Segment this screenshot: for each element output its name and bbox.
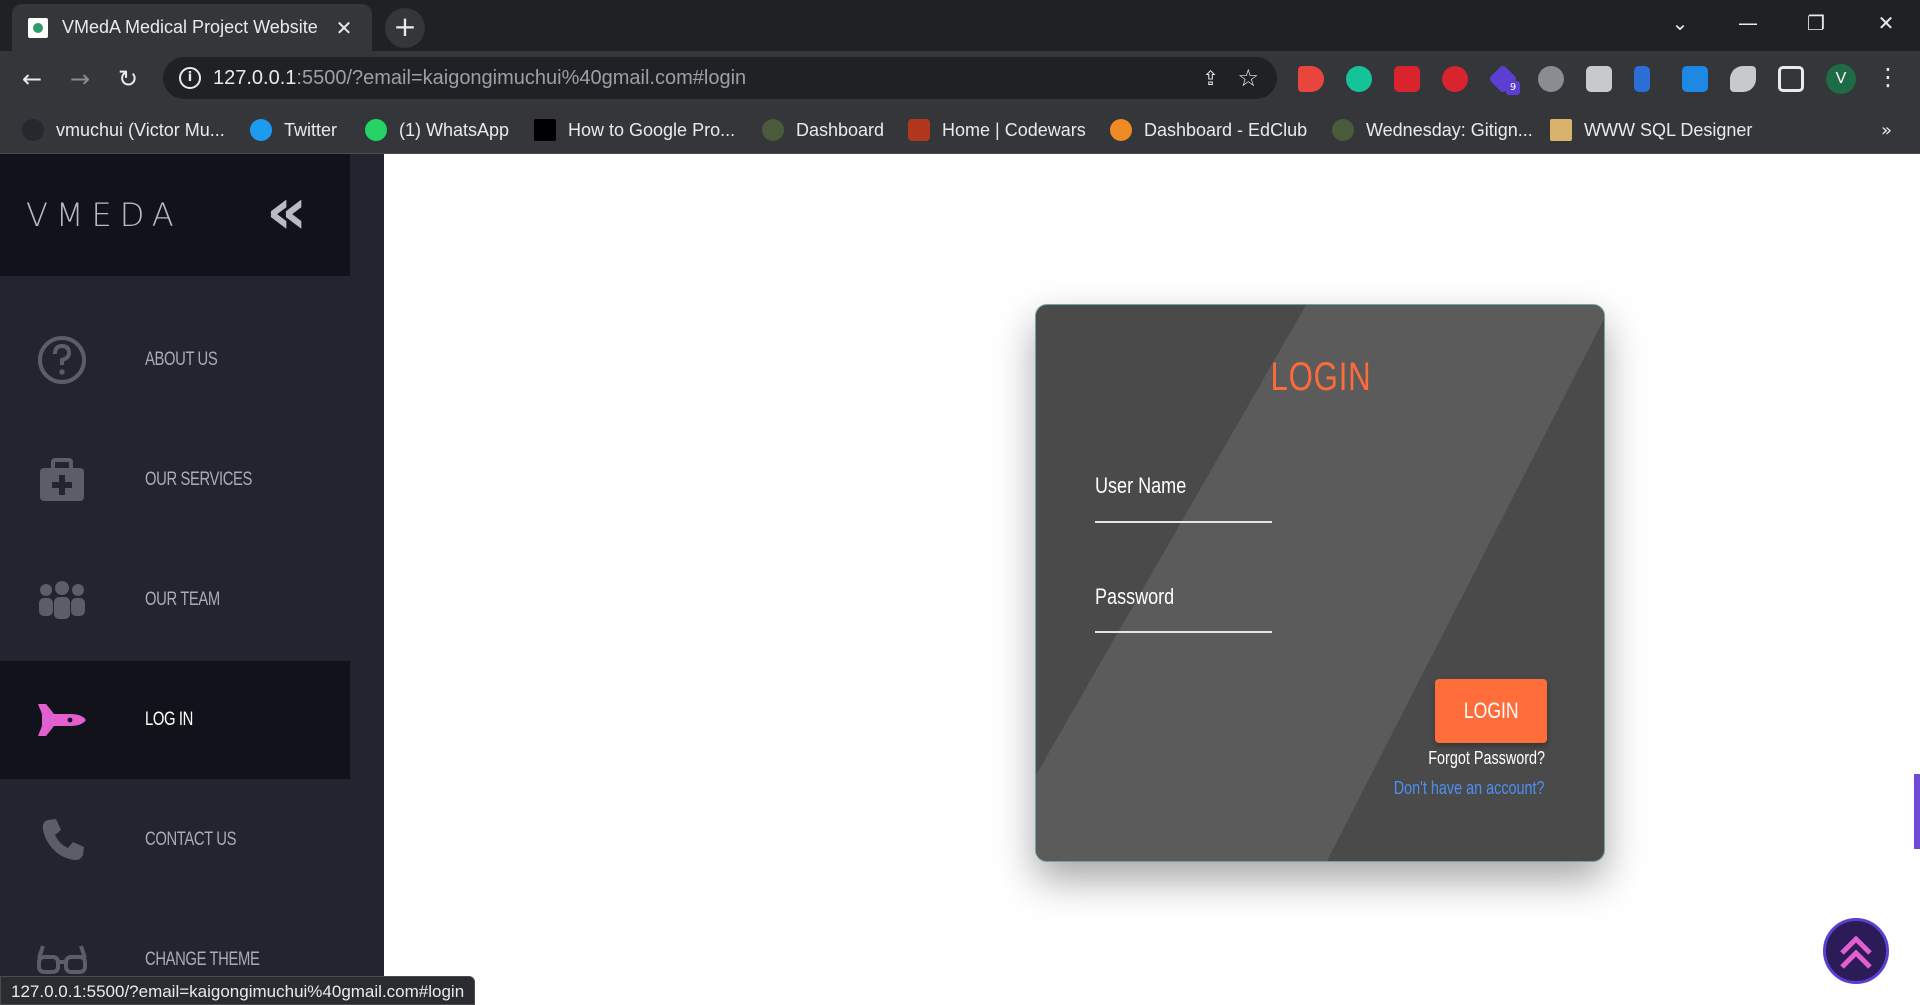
- extension-cloud-icon[interactable]: [1538, 66, 1564, 92]
- bookmark-item[interactable]: vmuchui (Victor Mu...: [22, 116, 225, 144]
- question-circle-icon: [34, 332, 90, 388]
- palm-icon: [762, 119, 784, 141]
- address-bar[interactable]: i 127.0.0.1:5500/?email=kaigongimuchui%4…: [163, 57, 1277, 99]
- login-card: LOGIN User Name Password LOGIN Forgot Pa…: [1035, 304, 1605, 862]
- minimize-button[interactable]: —: [1728, 8, 1768, 38]
- medium-icon: [534, 119, 556, 141]
- sidebar-item-our-services[interactable]: OUR SERVICES: [0, 421, 350, 539]
- codewars-icon: [908, 119, 930, 141]
- scroll-to-top-button[interactable]: [1823, 918, 1889, 984]
- sidebar-item-label: OUR TEAM: [145, 589, 220, 610]
- bookmark-item[interactable]: Dashboard: [762, 116, 884, 144]
- browser-tab-strip: VMedA Medical Project Website ✕ + ⌄ — ❐ …: [0, 0, 1920, 51]
- extension-square-icon[interactable]: [1586, 66, 1612, 92]
- forgot-password-link[interactable]: Forgot Password?: [1428, 748, 1545, 769]
- address-url[interactable]: 127.0.0.1:5500/?email=kaigongimuchui%40g…: [213, 67, 746, 90]
- phone-icon: [34, 812, 90, 868]
- tab-search-icon[interactable]: ⌄: [1660, 8, 1700, 38]
- grammarly-icon[interactable]: [1346, 66, 1372, 92]
- username-underline: [1095, 521, 1272, 523]
- sidebar: VMEDA « ABOUT US OUR SERVICES OUR TEAM L…: [0, 154, 384, 1005]
- signup-link[interactable]: Don't have an account?: [1394, 778, 1545, 799]
- new-tab-button[interactable]: +: [385, 8, 425, 48]
- sidebar-item-contact-us[interactable]: CONTACT US: [0, 781, 350, 899]
- brand-header: VMEDA «: [0, 154, 350, 276]
- brand-logo: VMEDA: [26, 196, 182, 234]
- sidebar-item-label: OUR SERVICES: [145, 469, 253, 490]
- sidebar-item-label: CONTACT US: [145, 829, 237, 850]
- sql-designer-icon: [1550, 119, 1572, 141]
- page-scrollbar[interactable]: [1914, 774, 1920, 849]
- bookmarks-bar: vmuchui (Victor Mu... Twitter (1) WhatsA…: [0, 106, 1920, 154]
- login-title: LOGIN: [1270, 355, 1372, 399]
- bookmark-item[interactable]: WWW SQL Designer: [1550, 116, 1752, 144]
- password-underline: [1095, 631, 1272, 633]
- more-bookmarks-icon[interactable]: »: [1881, 120, 1892, 141]
- double-chevron-up-icon: [1840, 935, 1872, 969]
- site-favicon-icon: [28, 17, 48, 38]
- tab-close-icon[interactable]: ✕: [332, 16, 356, 40]
- password-input[interactable]: [1095, 598, 1272, 628]
- bookmark-item[interactable]: Twitter: [250, 116, 337, 144]
- site-info-icon[interactable]: i: [179, 67, 201, 89]
- share-icon[interactable]: ⇪: [1202, 66, 1219, 90]
- github-icon: [22, 119, 44, 141]
- bookmark-item[interactable]: Dashboard - EdClub: [1110, 116, 1307, 144]
- profile-avatar[interactable]: V: [1826, 64, 1856, 94]
- sidebar-item-about-us[interactable]: ABOUT US: [0, 301, 350, 419]
- close-window-button[interactable]: ✕: [1866, 8, 1906, 38]
- sidebar-item-our-team[interactable]: OUR TEAM: [0, 541, 350, 659]
- bookmark-star-icon[interactable]: ☆: [1237, 64, 1259, 92]
- extension-recorder-icon[interactable]: [1298, 66, 1324, 92]
- bookmark-item[interactable]: (1) WhatsApp: [365, 116, 509, 144]
- browser-tab[interactable]: VMedA Medical Project Website ✕: [12, 4, 372, 51]
- bookmark-item[interactable]: Wednesday: Gitign...: [1332, 116, 1533, 144]
- reload-button[interactable]: ↻: [112, 63, 144, 95]
- back-button[interactable]: ←: [16, 63, 48, 95]
- extension-youtube-icon[interactable]: [1394, 66, 1420, 92]
- twitter-icon: [250, 119, 272, 141]
- sidebar-item-label: CHANGE THEME: [145, 949, 260, 970]
- team-icon: [34, 572, 90, 628]
- side-panel-icon[interactable]: [1778, 66, 1804, 92]
- sidebar-item-label: ABOUT US: [145, 349, 218, 370]
- collapse-sidebar-icon[interactable]: «: [266, 180, 308, 244]
- web-page: VMEDA « ABOUT US OUR SERVICES OUR TEAM L…: [0, 154, 1920, 1005]
- extension-window-icon[interactable]: [1682, 66, 1708, 92]
- sidebar-item-label: LOG IN: [145, 709, 193, 730]
- bookmark-item[interactable]: How to Google Pro...: [534, 116, 735, 144]
- browser-menu-icon[interactable]: ⋮: [1876, 63, 1900, 91]
- palm-icon: [1332, 119, 1354, 141]
- extension-badge: 9: [1506, 81, 1520, 95]
- whatsapp-icon: [365, 119, 387, 141]
- username-input[interactable]: [1095, 487, 1272, 517]
- medical-kit-icon: [34, 452, 90, 508]
- adblock-icon[interactable]: [1442, 66, 1468, 92]
- login-button[interactable]: LOGIN: [1435, 679, 1547, 743]
- restore-button[interactable]: ❐: [1796, 8, 1836, 38]
- rocket-icon: [34, 692, 90, 748]
- tab-title: VMedA Medical Project Website: [62, 17, 318, 37]
- sidebar-item-log-in[interactable]: LOG IN: [0, 661, 350, 779]
- edclub-icon: [1110, 119, 1132, 141]
- bookmark-item[interactable]: Home | Codewars: [908, 116, 1086, 144]
- extension-blue-icon[interactable]: [1634, 66, 1650, 92]
- browser-toolbar: ← → ↻ i 127.0.0.1:5500/?email=kaigongimu…: [0, 51, 1920, 106]
- extensions-puzzle-icon[interactable]: [1730, 66, 1756, 92]
- forward-button[interactable]: →: [64, 63, 96, 95]
- status-bar-url: 127.0.0.1:5500/?email=kaigongimuchui%40g…: [0, 976, 476, 1005]
